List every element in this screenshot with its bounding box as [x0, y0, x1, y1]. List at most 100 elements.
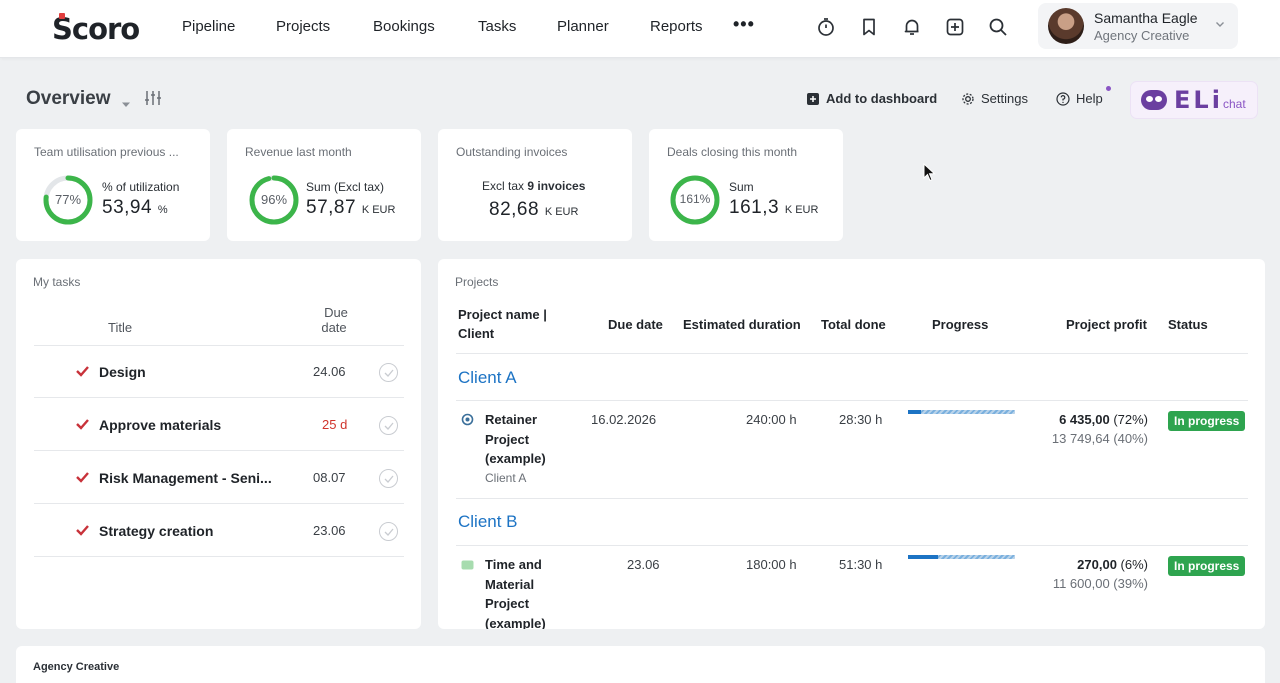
project-total-done: 51:30 h	[839, 557, 883, 572]
project-name-line: Time and	[485, 557, 542, 572]
complete-task-icon[interactable]	[379, 416, 398, 435]
nav-tasks[interactable]: Tasks	[478, 18, 516, 35]
project-name-line: Project	[485, 596, 530, 611]
kpi-value: 57,87 K EUR	[306, 197, 395, 219]
column-header-due[interactable]: Due date	[321, 305, 348, 335]
time-material-project-icon	[461, 560, 474, 570]
settings-button[interactable]: Settings	[961, 91, 1028, 106]
client-group-heading[interactable]: Client A	[458, 368, 517, 388]
search-icon[interactable]	[987, 16, 1009, 38]
column-header-due-line1: Due	[324, 305, 348, 320]
column-header-project-profit[interactable]: Project profit	[1066, 315, 1147, 334]
column-header-status[interactable]: Status	[1168, 315, 1208, 334]
scoro-logo[interactable]: Scoro	[52, 12, 140, 46]
task-due-date: 23.06	[313, 523, 346, 538]
nav-reports[interactable]: Reports	[650, 18, 703, 35]
timer-icon[interactable]	[815, 16, 837, 38]
kpi-card-deals[interactable]: Deals closing this month 161% Sum 161,3 …	[649, 129, 843, 241]
nav-planner[interactable]: Planner	[557, 18, 609, 35]
kpi-unit: K EUR	[784, 204, 819, 216]
kpi-unit: %	[157, 204, 168, 216]
divider	[456, 400, 1248, 401]
add-icon[interactable]	[944, 16, 966, 38]
project-estimated-duration: 180:00 h	[746, 557, 797, 572]
progress-bar-fill	[908, 410, 921, 414]
kpi-card-invoices[interactable]: Outstanding invoices Excl tax 9 invoices…	[438, 129, 632, 241]
column-header-due-date[interactable]: Due date	[608, 315, 663, 334]
top-navigation-bar: Scoro Pipeline Projects Bookings Tasks P…	[0, 0, 1280, 58]
add-to-dashboard-button[interactable]: Add to dashboard	[806, 91, 937, 106]
progress-bar-fill	[908, 555, 938, 559]
divider	[456, 498, 1248, 499]
notification-dot	[1106, 86, 1111, 91]
mouse-cursor-icon	[923, 163, 936, 182]
ring-percent: 77%	[54, 192, 82, 207]
task-title[interactable]: Risk Management - Seni...	[99, 470, 272, 486]
project-profit: 270,00 (6%)	[1018, 557, 1148, 572]
user-menu[interactable]: Samantha Eagle Agency Creative	[1038, 3, 1238, 49]
project-name-line: Material	[485, 576, 535, 592]
status-badge[interactable]: In progress	[1168, 556, 1246, 576]
column-header-total-done[interactable]: Total done	[821, 315, 886, 334]
kpi-card-revenue[interactable]: Revenue last month 96% Sum (Excl tax) 57…	[227, 129, 421, 241]
bookmark-icon[interactable]	[858, 16, 880, 38]
project-total-done: 28:30 h	[839, 412, 883, 427]
project-due-date: 23.06	[627, 557, 660, 572]
chevron-down-icon	[1214, 17, 1226, 35]
kpi-label: Team utilisation previous ...	[34, 145, 179, 159]
more-menu-icon[interactable]: •••	[733, 14, 755, 35]
page-title[interactable]: Overview	[26, 88, 111, 110]
status-badge[interactable]: In progress	[1168, 411, 1246, 431]
column-header-progress[interactable]: Progress	[932, 315, 988, 334]
client-group-heading[interactable]: Client B	[458, 512, 518, 532]
complete-task-icon[interactable]	[379, 363, 398, 382]
kpi-value: 82,68 K EUR	[489, 199, 578, 221]
nav-bookings[interactable]: Bookings	[373, 18, 435, 35]
task-due-date: 24.06	[313, 364, 346, 379]
progress-bar	[908, 555, 1015, 559]
kpi-value: 53,94 %	[102, 197, 168, 219]
divider	[456, 545, 1248, 546]
agency-creative-widget: Agency Creative	[16, 646, 1265, 683]
add-to-dashboard-label: Add to dashboard	[826, 91, 938, 106]
divider	[34, 397, 404, 398]
kpi-value-number: 57,87	[306, 197, 357, 218]
ring-percent: 96%	[260, 192, 288, 207]
project-estimated-duration: 240:00 h	[746, 412, 797, 427]
checkmark-icon	[76, 472, 89, 483]
kpi-value: 161,3 K EUR	[729, 197, 818, 219]
task-title[interactable]: Design	[99, 364, 146, 380]
column-header-estimated-duration[interactable]: Estimated duration	[683, 315, 801, 334]
eli-chat-label: chat	[1223, 97, 1246, 111]
nav-pipeline[interactable]: Pipeline	[182, 18, 235, 35]
kpi-sublabel: Sum (Excl tax)	[306, 180, 385, 194]
project-name-line: (example)	[485, 615, 546, 630]
help-button[interactable]: Help	[1056, 86, 1111, 106]
project-profit-secondary: 13 749,64 (40%)	[1051, 431, 1148, 446]
column-header-project-name[interactable]: Project name | Client	[458, 305, 547, 343]
widget-title: Projects	[455, 275, 499, 289]
column-header-project-name-line1: Project name |	[458, 307, 547, 322]
filter-sliders-icon[interactable]	[144, 89, 162, 112]
task-title[interactable]: Approve materials	[99, 417, 221, 433]
project-profit-amount: 270,00	[1077, 557, 1117, 572]
complete-task-icon[interactable]	[379, 469, 398, 488]
divider	[34, 450, 404, 451]
project-profit-secondary: 11 600,00 (39%)	[1052, 576, 1148, 591]
project-name[interactable]: Retainer Project (example)	[485, 410, 546, 469]
task-title[interactable]: Strategy creation	[99, 523, 213, 539]
eli-chat-button[interactable]: ELi chat	[1130, 81, 1258, 119]
bell-icon[interactable]	[901, 16, 923, 38]
kpi-label: Revenue last month	[245, 145, 352, 159]
project-name-line: Project	[485, 431, 530, 447]
progress-bar	[908, 410, 1015, 414]
caret-down-icon[interactable]	[121, 96, 131, 114]
project-name[interactable]: Time and Material Project (example)	[485, 555, 546, 629]
kpi-card-utilisation[interactable]: Team utilisation previous ... 77% % of u…	[16, 129, 210, 241]
complete-task-icon[interactable]	[379, 522, 398, 541]
column-header-title[interactable]: Title	[108, 320, 132, 335]
avatar	[1048, 8, 1084, 44]
logo-accent	[59, 13, 65, 19]
settings-label: Settings	[981, 91, 1028, 106]
nav-projects[interactable]: Projects	[276, 18, 330, 35]
